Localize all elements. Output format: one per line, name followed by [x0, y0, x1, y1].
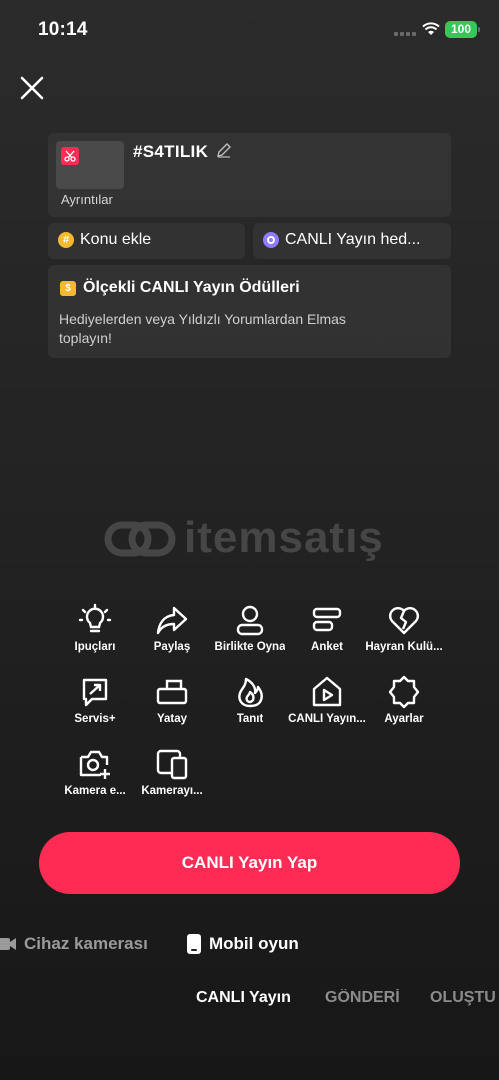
- rewards-card[interactable]: $ Ölçekli CANLI Yayın Ödülleri Hediyeler…: [48, 265, 451, 358]
- status-time: 10:14: [38, 19, 88, 40]
- camera-add-icon: [79, 750, 110, 779]
- cover-thumbnail[interactable]: [56, 141, 124, 189]
- target-icon: [263, 232, 279, 248]
- close-button[interactable]: [16, 72, 48, 104]
- live-goal-button[interactable]: CANLI Yayın hed...: [253, 223, 451, 259]
- service-icon: [82, 678, 108, 707]
- tool-add-camera[interactable]: Kamera e...: [52, 747, 138, 807]
- lightbulb-icon: [78, 603, 112, 633]
- tool-poll[interactable]: Anket: [284, 603, 370, 663]
- rewards-title: Ölçekli CANLI Yayın Ödülleri: [83, 279, 300, 296]
- mobile-game-option[interactable]: Mobil oyun: [187, 934, 299, 954]
- tool-play-together[interactable]: Birlikte Oyna: [207, 603, 293, 663]
- tab-create[interactable]: OLUŞTU: [430, 989, 496, 1007]
- tool-label: Anket: [311, 641, 343, 653]
- scissors-icon: [61, 147, 79, 165]
- tool-label: Ayarlar: [384, 713, 424, 725]
- stream-info-card[interactable]: Ayrıntılar #S4TILIK: [48, 133, 451, 217]
- tool-label: Tanıt: [236, 713, 264, 725]
- tool-promote[interactable]: Tanıt: [207, 675, 293, 735]
- tab-live[interactable]: CANLI Yayın: [196, 989, 291, 1007]
- tv-reward-icon: $: [60, 280, 76, 296]
- tool-landscape[interactable]: Yatay: [129, 675, 215, 735]
- rewards-description: Hediyelerden veya Yıldızlı Yorumlardan E…: [59, 311, 346, 346]
- tool-label: Kamera e...: [64, 785, 126, 797]
- device-camera-label: Cihaz kamerası: [24, 934, 148, 953]
- tool-label: Kamerayı...: [141, 785, 203, 797]
- status-bar: 10:14 100: [0, 0, 499, 60]
- tool-tips[interactable]: İpuçları: [52, 603, 138, 663]
- details-label[interactable]: Ayrıntılar: [61, 192, 113, 207]
- mobile-game-label: Mobil oyun: [209, 934, 299, 953]
- landscape-icon: [156, 679, 188, 705]
- mode-tabs: CANLI Yayın GÖNDERİ OLUŞTU: [0, 989, 499, 1013]
- pencil-icon[interactable]: [216, 142, 232, 158]
- person-icon: [236, 605, 264, 636]
- add-topic-button[interactable]: # Konu ekle: [48, 223, 245, 259]
- tool-camera-switch[interactable]: Kamerayı...: [129, 747, 215, 807]
- flame-icon: [238, 677, 263, 708]
- watermark-logo-icon: [104, 521, 176, 557]
- heart-icon: [389, 607, 419, 635]
- watermark: itemsatış: [104, 513, 394, 565]
- video-camera-icon: [0, 938, 16, 950]
- tool-live-center[interactable]: CANLI Yayın...: [284, 675, 370, 735]
- live-goal-label: CANLI Yayın hed...: [285, 231, 421, 248]
- add-topic-label: Konu ekle: [80, 231, 152, 248]
- share-icon: [156, 606, 188, 635]
- tool-fan-club[interactable]: Hayran Kulü...: [361, 603, 447, 663]
- phone-icon: [187, 934, 201, 954]
- hashtag-icon: #: [58, 232, 74, 248]
- source-selector: Cihaz kamerası Mobil oyun: [0, 934, 499, 958]
- poll-icon: [312, 607, 342, 632]
- devices-icon: [156, 749, 188, 780]
- watermark-brand: itemsatış: [184, 513, 384, 562]
- tool-label: Paylaş: [153, 641, 191, 653]
- settings-icon: [388, 675, 420, 709]
- tool-service-plus[interactable]: Servis+: [52, 675, 138, 735]
- battery-indicator: 100: [445, 21, 480, 38]
- tool-label: Birlikte Oyna: [214, 641, 286, 653]
- live-home-icon: [312, 676, 342, 707]
- tool-label: CANLI Yayın...: [288, 713, 366, 725]
- tool-share[interactable]: Paylaş: [129, 603, 215, 663]
- tool-label: Servis+: [74, 713, 116, 725]
- tool-settings[interactable]: Ayarlar: [361, 675, 447, 735]
- close-icon: [20, 76, 44, 100]
- tab-post[interactable]: GÖNDERİ: [325, 989, 400, 1007]
- device-camera-option[interactable]: Cihaz kamerası: [0, 934, 148, 954]
- wifi-icon: [422, 22, 440, 35]
- tool-label: Yatay: [156, 713, 188, 725]
- cellular-signal-icon: [394, 32, 416, 36]
- stream-title[interactable]: #S4TILIK: [133, 142, 208, 162]
- go-live-button[interactable]: CANLI Yayın Yap: [39, 832, 460, 894]
- tool-label: Hayran Kulü...: [365, 641, 443, 653]
- tool-label: İpuçları: [74, 641, 116, 653]
